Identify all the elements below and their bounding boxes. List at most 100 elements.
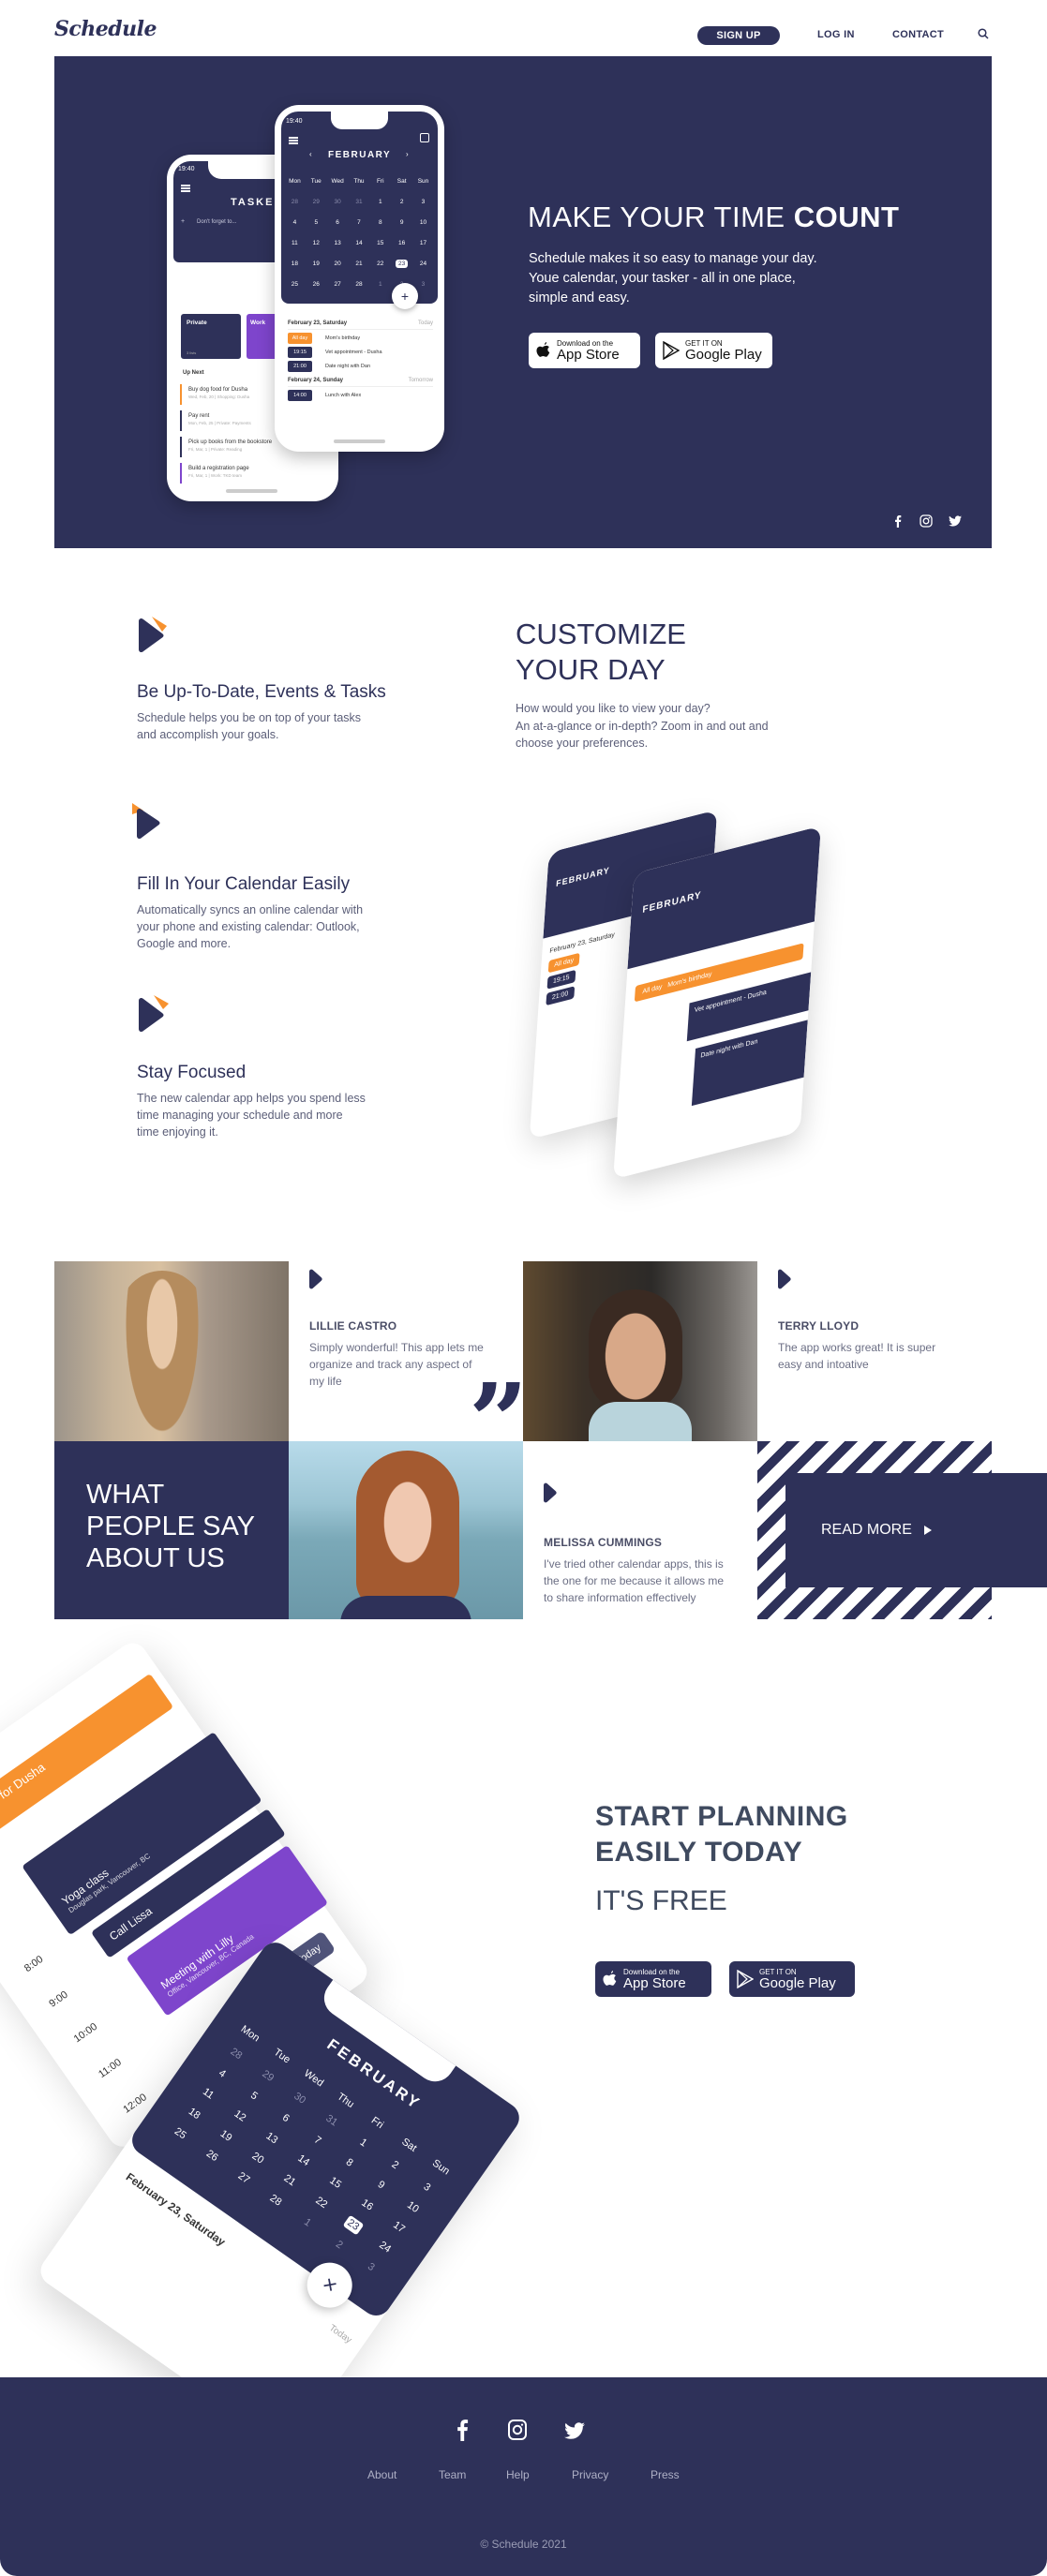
footer-link-press[interactable]: Press bbox=[651, 2468, 680, 2481]
week-row: 18192021222324 bbox=[284, 253, 434, 274]
calendar-day[interactable]: 30 bbox=[327, 193, 349, 212]
event-row[interactable]: 14:00 Lunch with Alex bbox=[288, 390, 433, 401]
prev-month-icon[interactable]: ‹ bbox=[309, 150, 312, 158]
calendar-day[interactable]: 2 bbox=[391, 193, 412, 212]
calendar-day[interactable]: 4 bbox=[284, 214, 306, 232]
testimonial-text: The app works great! It is super easy an… bbox=[778, 1341, 936, 1371]
notch bbox=[331, 109, 388, 129]
play-icon bbox=[139, 995, 169, 1033]
read-more-button[interactable]: READ MORE bbox=[785, 1473, 1047, 1587]
calendar-day[interactable]: 21 bbox=[349, 255, 370, 274]
google-play-button[interactable]: GET IT ON Google Play bbox=[655, 333, 772, 368]
feature-desc: Schedule helps you be on top of your tas… bbox=[137, 711, 362, 741]
calendar-day[interactable]: 5 bbox=[306, 214, 327, 232]
event-time-badge: All day bbox=[288, 333, 312, 344]
contact-link[interactable]: CONTACT bbox=[892, 29, 944, 40]
event-title: Mom's birthday bbox=[325, 335, 361, 341]
calendar-day[interactable]: 23 bbox=[391, 255, 412, 274]
calendar-day[interactable]: 3 bbox=[412, 193, 434, 212]
calendar-day[interactable]: 18 bbox=[284, 255, 306, 274]
calendar-day[interactable]: 8 bbox=[369, 214, 391, 232]
calendar-day[interactable]: 6 bbox=[327, 214, 349, 232]
facebook-icon[interactable] bbox=[455, 2419, 470, 2441]
calendar-day[interactable]: 17 bbox=[412, 234, 434, 253]
calendar-day[interactable]: 26 bbox=[306, 275, 327, 294]
add-event-button[interactable]: + bbox=[392, 283, 418, 309]
login-link[interactable]: LOG IN bbox=[817, 29, 855, 40]
menu-icon bbox=[181, 185, 190, 186]
task-item: Buy dog food for Dusha Wed, Feb, 20 | Sho… bbox=[180, 384, 279, 405]
week-row: 28293031123 bbox=[284, 191, 434, 212]
testimonial-text: Simply wonderful! This app lets me organ… bbox=[309, 1341, 484, 1388]
calendar-day[interactable]: 22 bbox=[369, 255, 391, 274]
customize-desc: How would you like to view your day? An a… bbox=[516, 702, 769, 750]
signup-button[interactable]: SIGN UP bbox=[697, 26, 780, 45]
instagram-icon[interactable] bbox=[507, 2419, 528, 2441]
calendar-day[interactable]: 15 bbox=[369, 234, 391, 253]
testimonial-text: I've tried other calendar apps, this is … bbox=[544, 1557, 725, 1604]
task-input[interactable]: Don't forget to... bbox=[197, 219, 237, 225]
today-calendar-icon[interactable] bbox=[420, 133, 429, 142]
google-play-icon bbox=[737, 1970, 754, 1988]
calendar-day[interactable]: 28 bbox=[284, 193, 306, 212]
calendar-day[interactable]: 7 bbox=[349, 214, 370, 232]
list-work: Work bbox=[247, 314, 275, 359]
footer-link-about[interactable]: About bbox=[367, 2468, 396, 2481]
calendar-day[interactable]: 25 bbox=[284, 275, 306, 294]
calendar-day[interactable]: 14 bbox=[349, 234, 370, 253]
day-heading: February 23, Saturday Today bbox=[288, 318, 433, 330]
search-icon[interactable] bbox=[978, 28, 989, 39]
footer-link-help[interactable]: Help bbox=[506, 2468, 530, 2481]
facebook-icon[interactable] bbox=[891, 514, 905, 528]
google-play-button[interactable]: GET IT ON Google Play bbox=[729, 1961, 855, 1997]
logo[interactable]: Schedule bbox=[54, 17, 157, 41]
event-row[interactable]: 21:00 Date night with Dan bbox=[288, 361, 433, 372]
calendar-day[interactable]: 16 bbox=[391, 234, 412, 253]
home-indicator bbox=[334, 439, 385, 443]
app-store-button[interactable]: Download on the App Store bbox=[595, 1961, 711, 1997]
calendar-day[interactable]: 9 bbox=[391, 214, 412, 232]
event-title: Date night with Dan bbox=[325, 364, 370, 369]
event-row[interactable]: 19:15 Vet appointment - Dusha bbox=[288, 347, 433, 358]
twitter-icon[interactable] bbox=[562, 2420, 587, 2441]
weekday-label: Fri bbox=[377, 178, 384, 185]
calendar-phone-mockup: 19:40 ‹ FEBRUARY › Mon Tue Wed Thu Fri Sat Sun… bbox=[275, 105, 444, 452]
photo-terry-lloyd bbox=[523, 1261, 757, 1441]
customize-title: CUSTOMIZE YOUR DAY bbox=[516, 618, 686, 686]
calendar-day[interactable]: 1 bbox=[369, 275, 391, 294]
task-item: Pick up books from the bookstore Fri, Mar… bbox=[180, 437, 279, 457]
photo-lillie-castro bbox=[54, 1261, 289, 1441]
calendar-day[interactable]: 12 bbox=[306, 234, 327, 253]
calendar-day[interactable]: 19 bbox=[306, 255, 327, 274]
google-play-icon bbox=[663, 341, 680, 360]
next-month-icon[interactable]: › bbox=[406, 150, 409, 158]
calendar-day[interactable]: 27 bbox=[327, 275, 349, 294]
calendar-day[interactable]: 28 bbox=[349, 275, 370, 294]
photo-melissa-cummings bbox=[289, 1441, 523, 1619]
calendar-day[interactable]: 24 bbox=[412, 255, 434, 274]
calendar-day[interactable]: 29 bbox=[306, 193, 327, 212]
hero-description: Schedule makes it so easy to manage your… bbox=[529, 251, 817, 305]
add-icon: + bbox=[181, 218, 186, 225]
footer-link-team[interactable]: Team bbox=[439, 2468, 466, 2481]
footer-link-privacy[interactable]: Privacy bbox=[572, 2468, 608, 2481]
feature-title: Stay Focused bbox=[137, 1063, 247, 1082]
weekday-label: Sun bbox=[417, 178, 429, 185]
twitter-icon[interactable] bbox=[949, 514, 962, 528]
instagram-icon[interactable] bbox=[920, 514, 933, 528]
feature-title: Be Up-To-Date, Events & Tasks bbox=[137, 682, 386, 702]
calendar-day[interactable]: 1 bbox=[369, 193, 391, 212]
app-store-button[interactable]: Download on the App Store bbox=[529, 333, 640, 368]
calendar-day[interactable]: 31 bbox=[349, 193, 370, 212]
play-icon bbox=[544, 1482, 557, 1503]
feature-title: Fill In Your Calendar Easily bbox=[137, 874, 351, 894]
calendar-grid: MonTueWedThuFriSatSun2829303112345678910… bbox=[284, 171, 434, 294]
calendar-day[interactable]: 20 bbox=[327, 255, 349, 274]
calendar-day[interactable]: 11 bbox=[284, 234, 306, 253]
weekday-label: Tue bbox=[310, 178, 322, 185]
calendar-day[interactable]: 10 bbox=[412, 214, 434, 232]
event-row[interactable]: All day Mom's birthday bbox=[288, 333, 433, 344]
calendar-day[interactable]: 13 bbox=[327, 234, 349, 253]
apple-icon bbox=[603, 1971, 617, 1986]
event-title: Vet appointment - Dusha bbox=[325, 350, 382, 355]
